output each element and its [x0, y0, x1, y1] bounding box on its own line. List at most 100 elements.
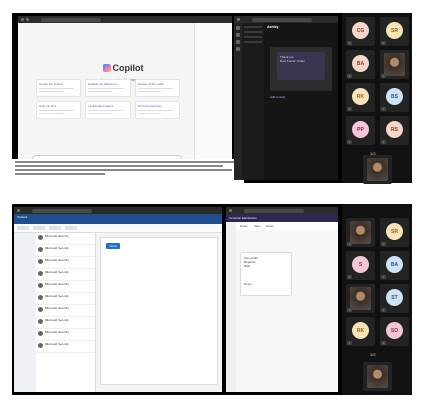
participant-avatar: SR [386, 223, 403, 240]
archive-button[interactable] [49, 226, 61, 230]
participant-tile[interactable] [363, 155, 392, 184]
participant-tile[interactable]: RK • [346, 83, 375, 112]
message-item[interactable]: Microsoft Security [36, 293, 95, 305]
prompt-card[interactable]: Review of the week [134, 79, 180, 97]
send-button[interactable]: Send [106, 243, 120, 249]
mic-icon: • [381, 74, 386, 78]
message-item[interactable]: Microsoft Security [36, 233, 95, 245]
message-sender: Microsoft Security [45, 342, 69, 346]
participant-avatar: RK [352, 322, 369, 339]
teams-icon[interactable] [236, 40, 240, 44]
participant-tile[interactable]: CG • [346, 17, 375, 46]
teams-search[interactable] [244, 208, 304, 213]
delete-button[interactable] [33, 226, 45, 230]
participant-tile[interactable]: BA • [380, 251, 409, 280]
message-sender: Microsoft Security [45, 282, 69, 286]
add-reply-link[interactable]: Add a reply [270, 95, 285, 99]
participant-tile[interactable]: SR • [380, 218, 409, 247]
participant-avatar: BA [352, 55, 369, 72]
post-card: Test email Regards Ravi Reply [240, 252, 292, 296]
tab-files[interactable]: Files [254, 224, 260, 228]
outlook-search[interactable] [32, 208, 92, 213]
message-item[interactable]: Microsoft Security [36, 341, 95, 353]
mic-icon: • [347, 341, 352, 345]
mic-icon: • [381, 140, 386, 144]
mic-icon: • [347, 275, 352, 279]
outlook-window: Outlook Microsoft Security Microsoft Secu… [14, 207, 222, 392]
participant-tile[interactable]: PP • [346, 116, 375, 145]
window-dot[interactable] [229, 209, 232, 212]
activity-icon[interactable] [236, 26, 240, 30]
mic-icon: • [381, 275, 386, 279]
participant-avatar: ST [386, 289, 403, 306]
participant-tile[interactable]: ST • [380, 284, 409, 313]
outlook-toolbar [14, 224, 222, 233]
participant-tile[interactable]: RK • [346, 317, 375, 346]
prompt-card[interactable]: Create the perfect [36, 79, 82, 97]
window-dot[interactable] [237, 18, 240, 21]
participant-video [350, 221, 371, 244]
compose-pane: Send [100, 237, 218, 385]
participant-tile[interactable]: • [380, 50, 409, 79]
participant-tile[interactable]: • [346, 218, 375, 247]
live-caption-strip [12, 159, 244, 183]
outlook-titlebar [14, 207, 222, 214]
participant-tile[interactable]: RS • [380, 116, 409, 145]
participant-video [367, 365, 388, 388]
tab-posts[interactable]: Posts [240, 224, 248, 228]
participant-tile[interactable]: BS • [380, 83, 409, 112]
mic-icon: • [347, 74, 352, 78]
prompt-card[interactable]: Understand basics [85, 101, 131, 119]
message-sender: Microsoft Security [45, 234, 69, 238]
participant-tile[interactable]: BA • [346, 50, 375, 79]
chat-icon[interactable] [236, 33, 240, 37]
sender-avatar [38, 271, 43, 276]
message-item[interactable]: Microsoft Security [36, 305, 95, 317]
message-item[interactable]: Microsoft Security [36, 281, 95, 293]
participant-avatar: RS [386, 121, 403, 138]
message-item[interactable]: Microsoft Security [36, 269, 95, 281]
window-dot[interactable] [17, 209, 20, 212]
address-bar[interactable] [41, 17, 101, 22]
teams-search[interactable] [252, 17, 312, 22]
mic-icon: • [381, 341, 386, 345]
window-dot[interactable] [21, 18, 24, 21]
reply-link[interactable]: Reply [244, 282, 288, 286]
participant-grid: • SR • S • BA • • ST • RK • SO • 1/2 [342, 204, 412, 395]
participant-tile[interactable]: S • [346, 251, 375, 280]
new-mail-button[interactable] [17, 226, 29, 230]
message-item[interactable]: Microsoft Security [36, 245, 95, 257]
prompt-card[interactable]: Minimize learning [134, 101, 180, 119]
participant-avatar: S [352, 256, 369, 273]
participant-tile[interactable]: • [346, 284, 375, 313]
screenshot-bottom: Outlook Microsoft Security Microsoft Secu… [12, 204, 412, 395]
message-sender: Microsoft Security [45, 270, 69, 274]
participant-avatar: SR [386, 22, 403, 39]
sender-avatar [38, 283, 43, 288]
prompt-card[interactable]: Help me find [36, 101, 82, 119]
message-item[interactable]: Microsoft Security [36, 317, 95, 329]
participant-avatar: SO [386, 322, 403, 339]
mic-icon: • [381, 107, 386, 111]
participant-video [384, 53, 405, 76]
tab-notes[interactable]: Notes [266, 224, 274, 228]
reply-button[interactable] [65, 226, 77, 230]
message-bubble: Thank you Ravi Kumar Yadav [277, 52, 325, 80]
message-item[interactable]: Microsoft Security [36, 329, 95, 341]
window-dot[interactable] [26, 18, 29, 21]
copilot-content: Copilot Your everyday AI companion Creat… [18, 23, 232, 159]
outlook-ribbon: Outlook [14, 214, 222, 224]
participant-tile[interactable] [363, 362, 392, 391]
calendar-icon[interactable] [236, 47, 240, 51]
screenshot-top: Copilot Your everyday AI companion Creat… [12, 13, 412, 184]
mic-icon: • [347, 107, 352, 111]
page-indicator[interactable]: 1/2 [370, 352, 376, 357]
participant-tile[interactable]: SR • [380, 17, 409, 46]
message-item[interactable]: Microsoft Security [36, 257, 95, 269]
sender-avatar [38, 307, 43, 312]
copilot-window: Copilot Your everyday AI companion Creat… [18, 16, 232, 159]
teams-window: Common Electronics Posts Files Notes Tes… [226, 207, 338, 392]
participant-tile[interactable]: SO • [380, 317, 409, 346]
prompt-card[interactable]: Explain the difference [85, 79, 131, 97]
participant-video [350, 287, 371, 310]
